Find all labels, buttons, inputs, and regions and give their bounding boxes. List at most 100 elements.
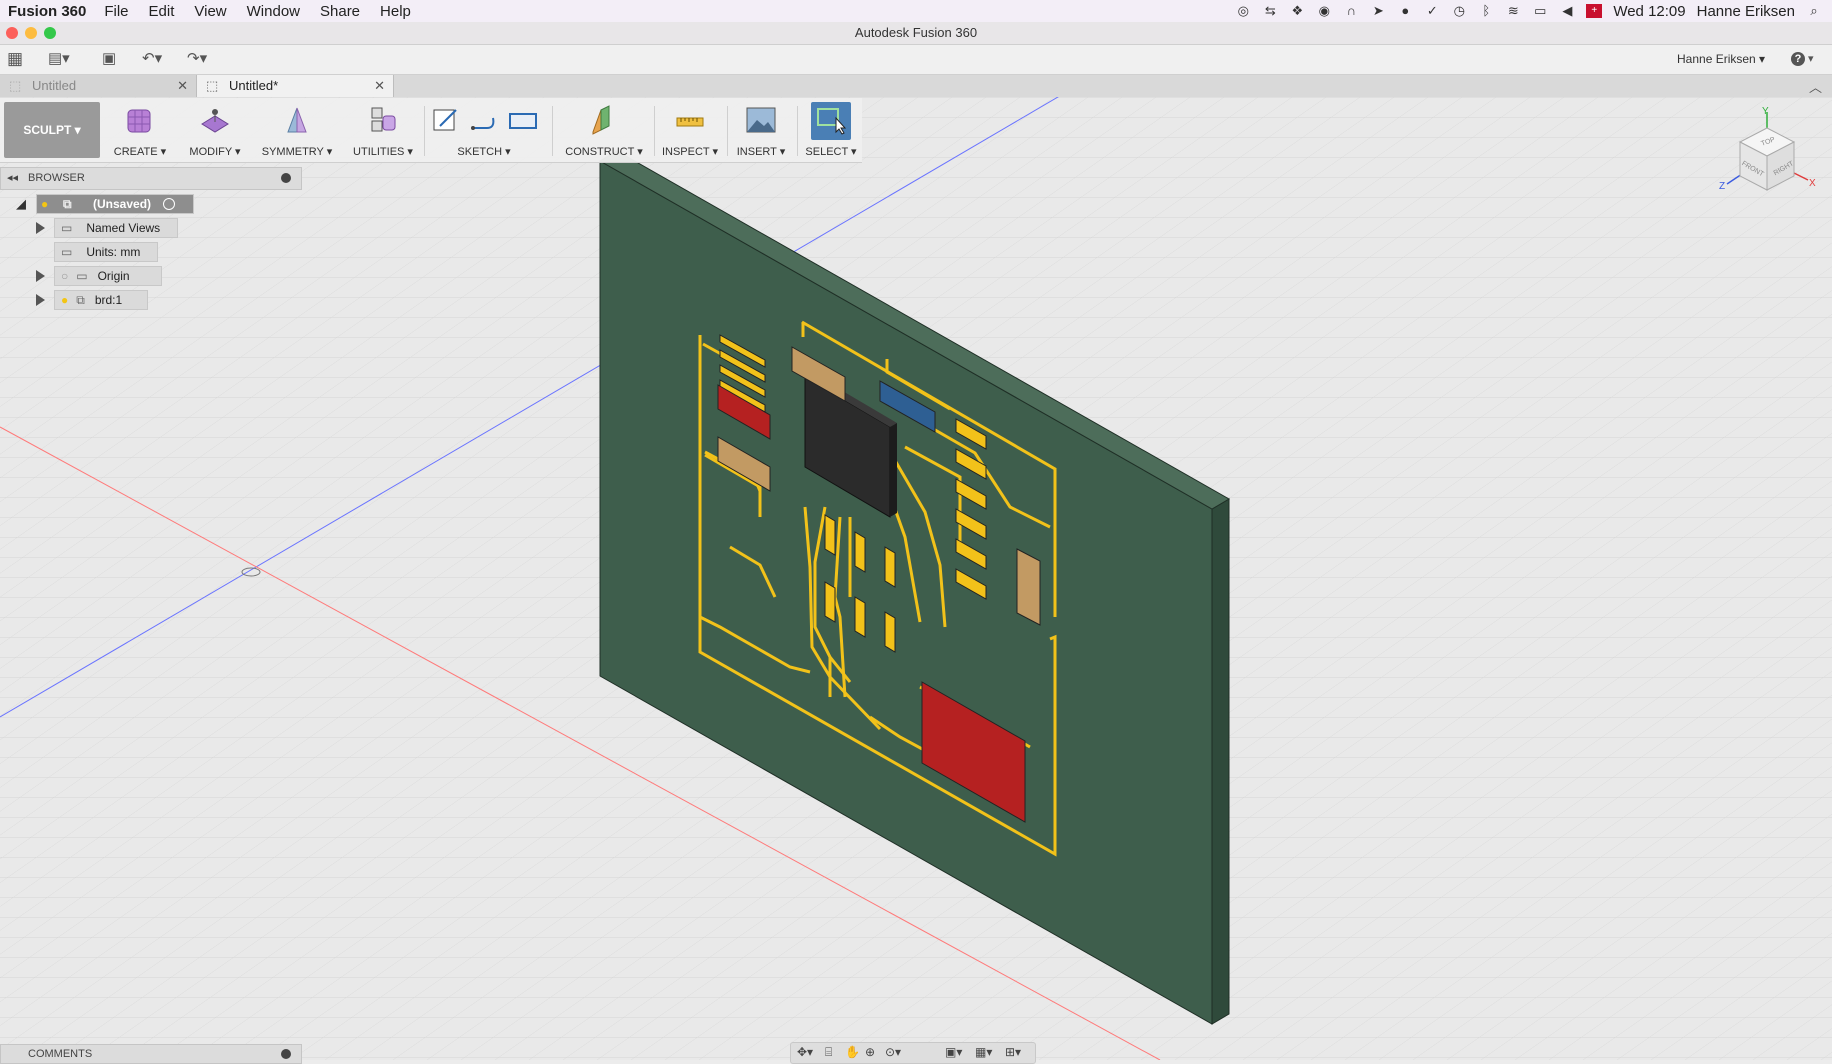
tree-root-row[interactable]: ◢ ● ⧉ (Unsaved) bbox=[0, 194, 300, 214]
collapse-panel-icon[interactable]: ◂◂ bbox=[7, 171, 18, 184]
menu-window[interactable]: Window bbox=[247, 3, 300, 20]
modify-group[interactable]: MODIFY ▾ bbox=[185, 102, 245, 160]
bluetooth-icon[interactable]: ᛒ bbox=[1478, 4, 1494, 18]
time-machine-icon[interactable]: ◷ bbox=[1451, 4, 1467, 18]
visibility-bulb-icon[interactable]: ● bbox=[61, 293, 68, 307]
browser-panel-header[interactable]: ◂◂ BROWSER bbox=[0, 167, 302, 190]
grid-settings-icon[interactable]: ▦▾ bbox=[975, 1045, 992, 1059]
flag-icon[interactable]: + bbox=[1586, 4, 1603, 18]
tab-untitled[interactable]: ⬚ Untitled ✕ bbox=[0, 75, 197, 97]
symmetry-group[interactable]: SYMMETRY ▾ bbox=[260, 102, 334, 160]
expand-triangle-icon[interactable] bbox=[36, 270, 45, 282]
menu-edit[interactable]: Edit bbox=[149, 3, 175, 20]
modify-edit-form-icon bbox=[201, 109, 229, 133]
data-panel-grid-icon[interactable]: ▦ bbox=[7, 49, 23, 69]
pan-icon[interactable]: ✋ bbox=[845, 1045, 860, 1059]
file-menu-icon[interactable]: ▤▾ bbox=[48, 49, 70, 69]
folder-icon: ▭ bbox=[76, 269, 88, 283]
view-cube[interactable]: Y Z X TOP FRONT RIGHT bbox=[1712, 104, 1822, 204]
dropbox-icon[interactable]: ❖ bbox=[1289, 4, 1305, 18]
airplay-icon[interactable]: ▭ bbox=[1532, 4, 1548, 18]
tree-item-units[interactable]: ▭ Units: mm bbox=[0, 242, 300, 262]
utilities-group[interactable]: UTILITIES ▾ bbox=[348, 102, 418, 160]
wifi-icon[interactable]: ≋ bbox=[1505, 4, 1521, 18]
undo-icon[interactable]: ↶▾ bbox=[142, 49, 162, 69]
visibility-bulb-icon[interactable]: ● bbox=[41, 195, 48, 213]
ribbon-separator bbox=[727, 106, 728, 156]
tan-pad-right[interactable] bbox=[1016, 548, 1041, 626]
menu-file[interactable]: File bbox=[104, 3, 128, 20]
cloud-sync-icon[interactable]: ◉ bbox=[1316, 4, 1332, 18]
x-axis-label: X bbox=[1809, 178, 1816, 189]
menu-share[interactable]: Share bbox=[320, 3, 360, 20]
create-sketch-icon bbox=[433, 109, 457, 131]
ribbon-separator bbox=[797, 106, 798, 156]
construct-group[interactable]: CONSTRUCT ▾ bbox=[564, 102, 644, 160]
origin-node[interactable]: ○ ▭ Origin bbox=[54, 266, 162, 286]
document-tabs: ⬚ Untitled ✕ ⬚ Untitled* ✕ ︿ bbox=[0, 75, 1832, 98]
tree-item-brd[interactable]: ● ⧉ brd:1 bbox=[0, 290, 300, 310]
teamviewer-icon[interactable]: ⇆ bbox=[1262, 4, 1278, 18]
named-views-node[interactable]: ▭ Named Views bbox=[54, 218, 178, 238]
visibility-bulb-icon[interactable]: ○ bbox=[61, 269, 68, 283]
user-account-menu[interactable]: Hanne Eriksen ▾ bbox=[1677, 49, 1765, 69]
orbit-icon[interactable]: ✥▾ bbox=[797, 1045, 813, 1059]
zoom-icon[interactable]: ⊕ bbox=[865, 1045, 875, 1059]
brd-component-node[interactable]: ● ⧉ brd:1 bbox=[54, 290, 148, 310]
redo-icon[interactable]: ↷▾ bbox=[187, 49, 207, 69]
task-icon[interactable]: ✓ bbox=[1424, 4, 1440, 18]
workspace-switcher[interactable]: SCULPT ▾ bbox=[4, 102, 100, 158]
app-menu[interactable]: Fusion 360 bbox=[8, 3, 86, 20]
create-group[interactable]: CREATE ▾ bbox=[110, 102, 170, 160]
inspect-group[interactable]: INSPECT ▾ bbox=[660, 102, 720, 160]
location-icon[interactable]: ➤ bbox=[1370, 4, 1386, 18]
close-tab-icon[interactable]: ✕ bbox=[374, 75, 385, 97]
close-tab-icon[interactable]: ✕ bbox=[177, 75, 188, 97]
browser-tree: ◢ ● ⧉ (Unsaved) ▭ Named Views ▭ Units: mm … bbox=[0, 192, 300, 312]
user-name[interactable]: Hanne Eriksen bbox=[1697, 3, 1795, 20]
symmetry-icon bbox=[287, 107, 307, 133]
menu-help[interactable]: Help bbox=[380, 3, 411, 20]
document-icon: ⬚ bbox=[9, 78, 22, 93]
display-settings-icon[interactable]: ▣▾ bbox=[945, 1045, 962, 1059]
insert-image-icon bbox=[746, 107, 776, 133]
headphones-icon[interactable]: ∩ bbox=[1343, 4, 1359, 18]
sketch-group[interactable]: SKETCH ▾ bbox=[428, 102, 540, 160]
zoom-window-icon[interactable]: ⊙▾ bbox=[885, 1045, 901, 1059]
spotlight-icon[interactable]: ⌕ bbox=[1806, 4, 1822, 18]
help-icon[interactable]: ? bbox=[1791, 52, 1805, 66]
menu-view[interactable]: View bbox=[194, 3, 226, 20]
construct-plane-icon bbox=[592, 105, 610, 135]
comments-panel-header[interactable]: COMMENTS bbox=[0, 1044, 302, 1064]
units-icon: ▭ bbox=[61, 245, 73, 259]
volume-icon[interactable]: ◀ bbox=[1559, 4, 1575, 18]
units-node[interactable]: ▭ Units: mm bbox=[54, 242, 158, 262]
ribbon-separator bbox=[654, 106, 655, 156]
utilities-icon bbox=[371, 107, 396, 132]
tab-untitled-active[interactable]: ⬚ Untitled* ✕ bbox=[197, 75, 394, 97]
insert-group[interactable]: INSERT ▾ bbox=[732, 102, 790, 160]
collapse-triangle-icon[interactable]: ◢ bbox=[16, 194, 26, 214]
rectangle-tool-icon bbox=[509, 113, 537, 129]
tree-root-node[interactable]: ● ⧉ (Unsaved) bbox=[36, 194, 194, 214]
record-icon[interactable]: ● bbox=[1397, 4, 1413, 18]
panel-minimize-icon[interactable] bbox=[281, 173, 291, 183]
collapse-toolbar-icon[interactable]: ︿ bbox=[1809, 77, 1822, 96]
save-icon[interactable]: ▣ bbox=[102, 49, 116, 69]
activate-radio-icon[interactable] bbox=[163, 198, 175, 210]
select-group[interactable]: SELECT ▾ bbox=[802, 102, 860, 160]
look-at-icon[interactable]: ⌸ bbox=[825, 1045, 832, 1060]
tree-item-origin[interactable]: ○ ▭ Origin bbox=[0, 266, 300, 286]
ribbon-toolbar: SCULPT ▾ CREATE ▾ MODIFY ▾ SYMMETRY ▾ UT… bbox=[0, 98, 862, 163]
select-cursor-icon bbox=[817, 108, 847, 135]
panel-add-icon[interactable] bbox=[281, 1049, 291, 1059]
window-titlebar: Autodesk Fusion 360 bbox=[0, 22, 1832, 45]
create-box-icon bbox=[127, 109, 151, 133]
expand-triangle-icon[interactable] bbox=[36, 222, 45, 234]
expand-triangle-icon[interactable] bbox=[36, 294, 45, 306]
viewports-icon[interactable]: ⊞▾ bbox=[1005, 1045, 1021, 1059]
help-chevron-icon[interactable]: ▾ bbox=[1808, 49, 1814, 69]
tree-item-named-views[interactable]: ▭ Named Views bbox=[0, 218, 300, 238]
clock[interactable]: Wed 12:09 bbox=[1613, 3, 1685, 20]
creative-cloud-icon[interactable]: ◎ bbox=[1235, 4, 1251, 18]
